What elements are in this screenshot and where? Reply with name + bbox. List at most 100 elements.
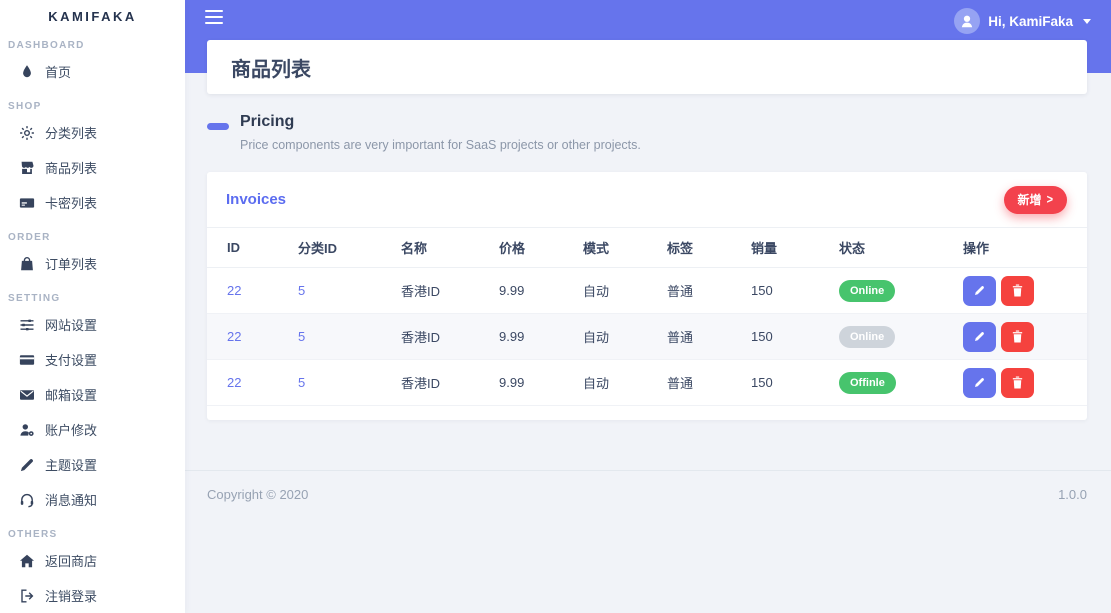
delete-button[interactable] — [1001, 368, 1034, 398]
sidebar-section-header: ORDER — [0, 220, 185, 246]
drop-icon — [19, 64, 35, 80]
id-link[interactable]: 22 — [227, 375, 241, 390]
cell-category-id: 5 — [278, 360, 381, 406]
column-header-7: 状态 — [819, 228, 943, 268]
cell-mode: 自动 — [563, 268, 647, 314]
sidebar-item-label: 注销登录 — [45, 586, 97, 605]
sidebar-item-label: 消息通知 — [45, 490, 97, 509]
pen-icon — [19, 457, 35, 473]
sidebar-item-categories[interactable]: 分类列表 — [0, 115, 185, 150]
page-header-card: 商品列表 — [207, 40, 1087, 94]
sidebar: KAMIFAKA DASHBOARD首页SHOP分类列表商品列表卡密列表ORDE… — [0, 0, 185, 613]
cell-status: Online — [819, 268, 943, 314]
pricing-accent-pill — [207, 123, 229, 130]
delete-button[interactable] — [1001, 322, 1034, 352]
column-header-0: ID — [207, 228, 278, 268]
trash-icon — [1010, 329, 1025, 344]
sidebar-item-label: 卡密列表 — [45, 193, 97, 212]
cell-id: 22 — [207, 268, 278, 314]
delete-button[interactable] — [1001, 276, 1034, 306]
footer-version: 1.0.0 — [1058, 487, 1087, 502]
store-icon — [19, 160, 35, 176]
hamburger-icon[interactable] — [205, 8, 223, 27]
cell-status: Offinle — [819, 360, 943, 406]
cell-actions — [943, 314, 1087, 360]
page-footer: Copyright © 2020 1.0.0 — [185, 470, 1111, 502]
cell-actions — [943, 268, 1087, 314]
envelope-icon — [19, 387, 35, 403]
sidebar-item-label: 分类列表 — [45, 123, 97, 142]
brand-logo[interactable]: KAMIFAKA — [0, 0, 185, 28]
sidebar-item-orders[interactable]: 订单列表 — [0, 246, 185, 281]
user-greeting: Hi, KamiFaka — [988, 14, 1073, 29]
sidebar-item-email-settings[interactable]: 邮箱设置 — [0, 377, 185, 412]
edit-button[interactable] — [963, 276, 996, 306]
sidebar-item-account[interactable]: 账户修改 — [0, 412, 185, 447]
home-icon — [19, 553, 35, 569]
cell-tag: 普通 — [647, 314, 731, 360]
cell-actions — [943, 360, 1087, 406]
sidebar-item-back-to-shop[interactable]: 返回商店 — [0, 543, 185, 578]
column-header-5: 标签 — [647, 228, 731, 268]
sidebar-section-header: SETTING — [0, 281, 185, 307]
sidebar-item-site-settings[interactable]: 网站设置 — [0, 307, 185, 342]
user-menu[interactable]: Hi, KamiFaka — [954, 8, 1091, 34]
table-row: 225香港ID9.99自动普通150Online — [207, 314, 1087, 360]
add-button-label: 新增 — [1018, 191, 1042, 208]
trash-icon — [1010, 283, 1025, 298]
invoices-title: Invoices — [226, 191, 286, 208]
card-icon — [19, 195, 35, 211]
id-link[interactable]: 22 — [227, 283, 241, 298]
category-id-link[interactable]: 5 — [298, 329, 305, 344]
sidebar-item-label: 主题设置 — [45, 455, 97, 474]
cell-name: 香港ID — [381, 314, 479, 360]
main-content: 商品列表 Pricing Price components are very i… — [185, 0, 1111, 613]
invoices-card: Invoices 新增 > ID分类ID名称价格模式标签销量状态操作 225香港… — [207, 172, 1087, 420]
category-id-link[interactable]: 5 — [298, 283, 305, 298]
pricing-subtitle: Price components are very important for … — [240, 138, 641, 152]
status-badge: Online — [839, 280, 895, 302]
column-header-6: 销量 — [731, 228, 819, 268]
sidebar-item-products[interactable]: 商品列表 — [0, 150, 185, 185]
table-row: 225香港ID9.99自动普通150Online — [207, 268, 1087, 314]
edit-button[interactable] — [963, 368, 996, 398]
credit-card-icon — [19, 352, 35, 368]
sliders-icon — [19, 317, 35, 333]
sidebar-item-cards[interactable]: 卡密列表 — [0, 185, 185, 220]
pricing-section: Pricing Price components are very import… — [207, 113, 641, 152]
sidebar-item-notifications[interactable]: 消息通知 — [0, 482, 185, 517]
sign-out-icon — [19, 588, 35, 604]
id-link[interactable]: 22 — [227, 329, 241, 344]
cell-sales: 150 — [731, 360, 819, 406]
pencil-icon — [972, 329, 987, 344]
sidebar-item-label: 返回商店 — [45, 551, 97, 570]
pencil-icon — [972, 283, 987, 298]
cell-id: 22 — [207, 314, 278, 360]
add-button[interactable]: 新增 > — [1004, 186, 1067, 214]
status-badge: Online — [839, 326, 895, 348]
chevron-right-icon: > — [1047, 193, 1053, 207]
cell-mode: 自动 — [563, 360, 647, 406]
user-cog-icon — [19, 422, 35, 438]
sidebar-item-logout[interactable]: 注销登录 — [0, 578, 185, 613]
cell-tag: 普通 — [647, 360, 731, 406]
pencil-icon — [972, 375, 987, 390]
sidebar-item-home[interactable]: 首页 — [0, 54, 185, 89]
invoices-table: ID分类ID名称价格模式标签销量状态操作 225香港ID9.99自动普通150O… — [207, 227, 1087, 406]
column-header-1: 分类ID — [278, 228, 381, 268]
sidebar-item-theme[interactable]: 主题设置 — [0, 447, 185, 482]
cell-id: 22 — [207, 360, 278, 406]
category-id-link[interactable]: 5 — [298, 375, 305, 390]
edit-button[interactable] — [963, 322, 996, 352]
sidebar-section-header: DASHBOARD — [0, 28, 185, 54]
sidebar-item-label: 首页 — [45, 62, 71, 81]
sidebar-section-header: OTHERS — [0, 517, 185, 543]
sidebar-item-payment-settings[interactable]: 支付设置 — [0, 342, 185, 377]
sidebar-item-label: 订单列表 — [45, 254, 97, 273]
cell-price: 9.99 — [479, 360, 563, 406]
sidebar-item-label: 支付设置 — [45, 350, 97, 369]
sidebar-item-label: 商品列表 — [45, 158, 97, 177]
gear-icon — [19, 125, 35, 141]
cell-name: 香港ID — [381, 268, 479, 314]
sidebar-item-label: 邮箱设置 — [45, 385, 97, 404]
